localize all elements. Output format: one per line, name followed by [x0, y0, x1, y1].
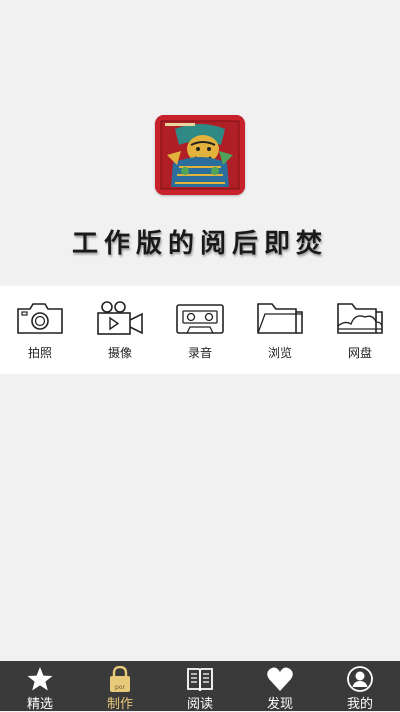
tool-netdisk-button[interactable]: 网盘 [320, 286, 400, 374]
tool-browse-button[interactable]: 浏览 [240, 286, 320, 374]
tab-featured[interactable]: 精选 [0, 661, 80, 712]
bottom-tab-bar: 精选 por 制作 阅读 发现 我的 [0, 661, 400, 712]
tool-netdisk-label: 网盘 [347, 346, 372, 360]
tab-read-label: 阅读 [186, 697, 213, 712]
star-icon [27, 667, 53, 691]
video-camera-icon [97, 301, 143, 335]
lock-icon-text: por [115, 684, 125, 691]
slogan-title: 工作版的阅后即焚 [71, 229, 328, 259]
user-icon [347, 666, 373, 692]
cloud-folder-icon [337, 303, 383, 334]
heart-icon [267, 667, 293, 691]
camera-icon [17, 303, 63, 334]
tab-create-label: 制作 [106, 697, 133, 712]
tool-record-label: 录音 [187, 346, 212, 360]
tab-read[interactable]: 阅读 [160, 661, 240, 712]
tool-camera-button[interactable]: 拍照 [0, 286, 80, 374]
open-book-icon [187, 668, 213, 692]
cassette-tape-icon [176, 304, 224, 334]
tab-discover-label: 发现 [266, 697, 293, 712]
tab-mine[interactable]: 我的 [320, 661, 400, 712]
tool-record-button[interactable]: 录音 [160, 286, 240, 374]
tab-featured-label: 精选 [26, 697, 53, 712]
tool-video-button[interactable]: 摄像 [80, 286, 160, 374]
folder-icon [257, 303, 303, 334]
tool-video-label: 摄像 [107, 346, 132, 360]
app-logo-icon [155, 115, 245, 195]
tab-create[interactable]: por 制作 [80, 661, 160, 712]
hero-section: 工作版的阅后即焚 [0, 0, 400, 286]
tool-browse-label: 浏览 [267, 346, 292, 360]
tab-mine-label: 我的 [346, 697, 373, 712]
tab-discover[interactable]: 发现 [240, 661, 320, 712]
tool-grid: 拍照 摄像 录音 浏览 网盘 [0, 286, 400, 374]
tool-camera-label: 拍照 [27, 346, 52, 360]
lock-icon: por [110, 666, 130, 692]
